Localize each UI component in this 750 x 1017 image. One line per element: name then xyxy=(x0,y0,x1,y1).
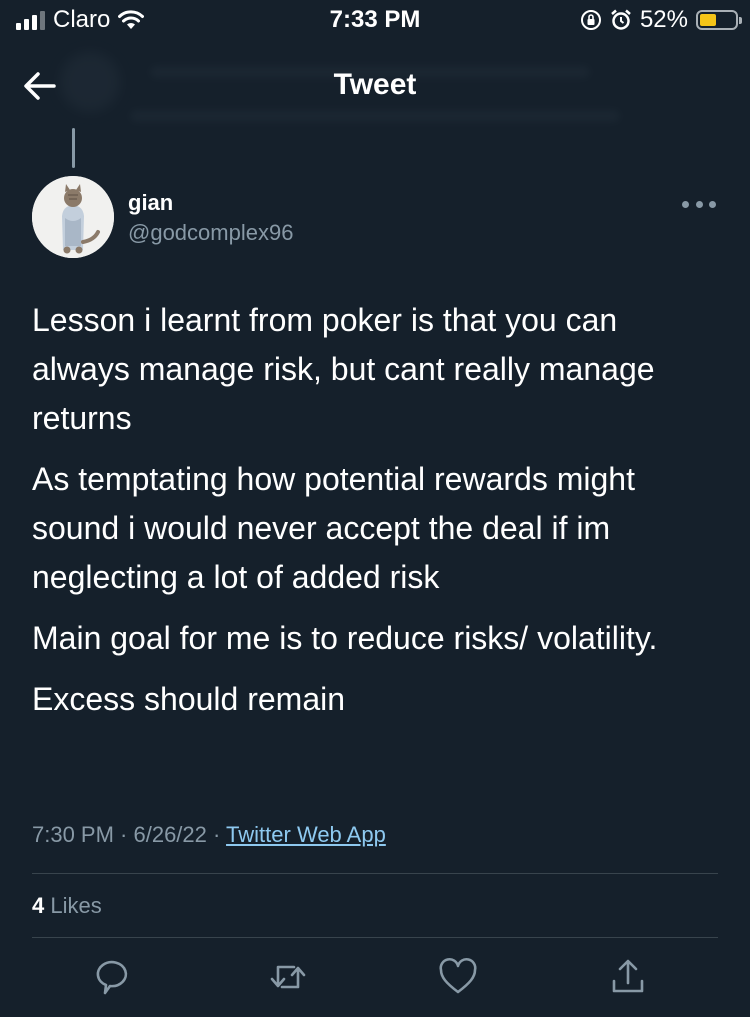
author-name[interactable]: gian xyxy=(128,190,173,216)
divider xyxy=(32,873,718,874)
tweet-paragraph: Excess should remain xyxy=(32,681,346,717)
orientation-lock-icon xyxy=(580,10,601,30)
battery-icon xyxy=(696,10,742,30)
battery-percent: 52% xyxy=(639,6,688,33)
tweet-timestamp: 7:30 PM · 6/26/22 · xyxy=(32,822,227,847)
likes-count: 4 xyxy=(32,893,45,918)
retweet-icon[interactable] xyxy=(266,955,310,999)
page-title: Tweet xyxy=(333,68,417,101)
like-icon[interactable] xyxy=(436,955,480,999)
status-right: 52% xyxy=(580,6,742,34)
tweet-paragraph: Lesson i learnt from poker is that you c… xyxy=(32,302,655,436)
share-icon[interactable] xyxy=(606,955,650,999)
likes-stat[interactable]: 4 Likes xyxy=(32,893,102,919)
tweet-paragraph: Main goal for me is to reduce risks/ vol… xyxy=(32,620,658,656)
cat-avatar xyxy=(32,176,114,258)
blurred-previous-actions xyxy=(130,110,620,122)
source-app-link[interactable]: Twitter Web App xyxy=(226,822,386,847)
thread-connector xyxy=(72,128,75,168)
tweet-paragraph: As temptating how potential rewards migh… xyxy=(32,461,635,595)
author-handle[interactable]: @godcomplex96 xyxy=(128,220,293,246)
tweet-meta: 7:30 PM · 6/26/22 · Twitter Web App xyxy=(32,822,386,848)
tweet-actions xyxy=(0,955,750,1003)
divider xyxy=(32,937,718,938)
tweet-text: Lesson i learnt from poker is that you c… xyxy=(32,296,722,736)
avatar[interactable] xyxy=(32,176,114,258)
likes-label: Likes xyxy=(44,893,102,918)
alarm-icon xyxy=(611,9,631,30)
status-bar: Claro 7:33 PM 52% xyxy=(0,0,750,44)
nav-header: Tweet xyxy=(0,44,750,128)
more-options-icon[interactable] xyxy=(682,194,716,214)
reply-icon[interactable] xyxy=(96,955,140,999)
